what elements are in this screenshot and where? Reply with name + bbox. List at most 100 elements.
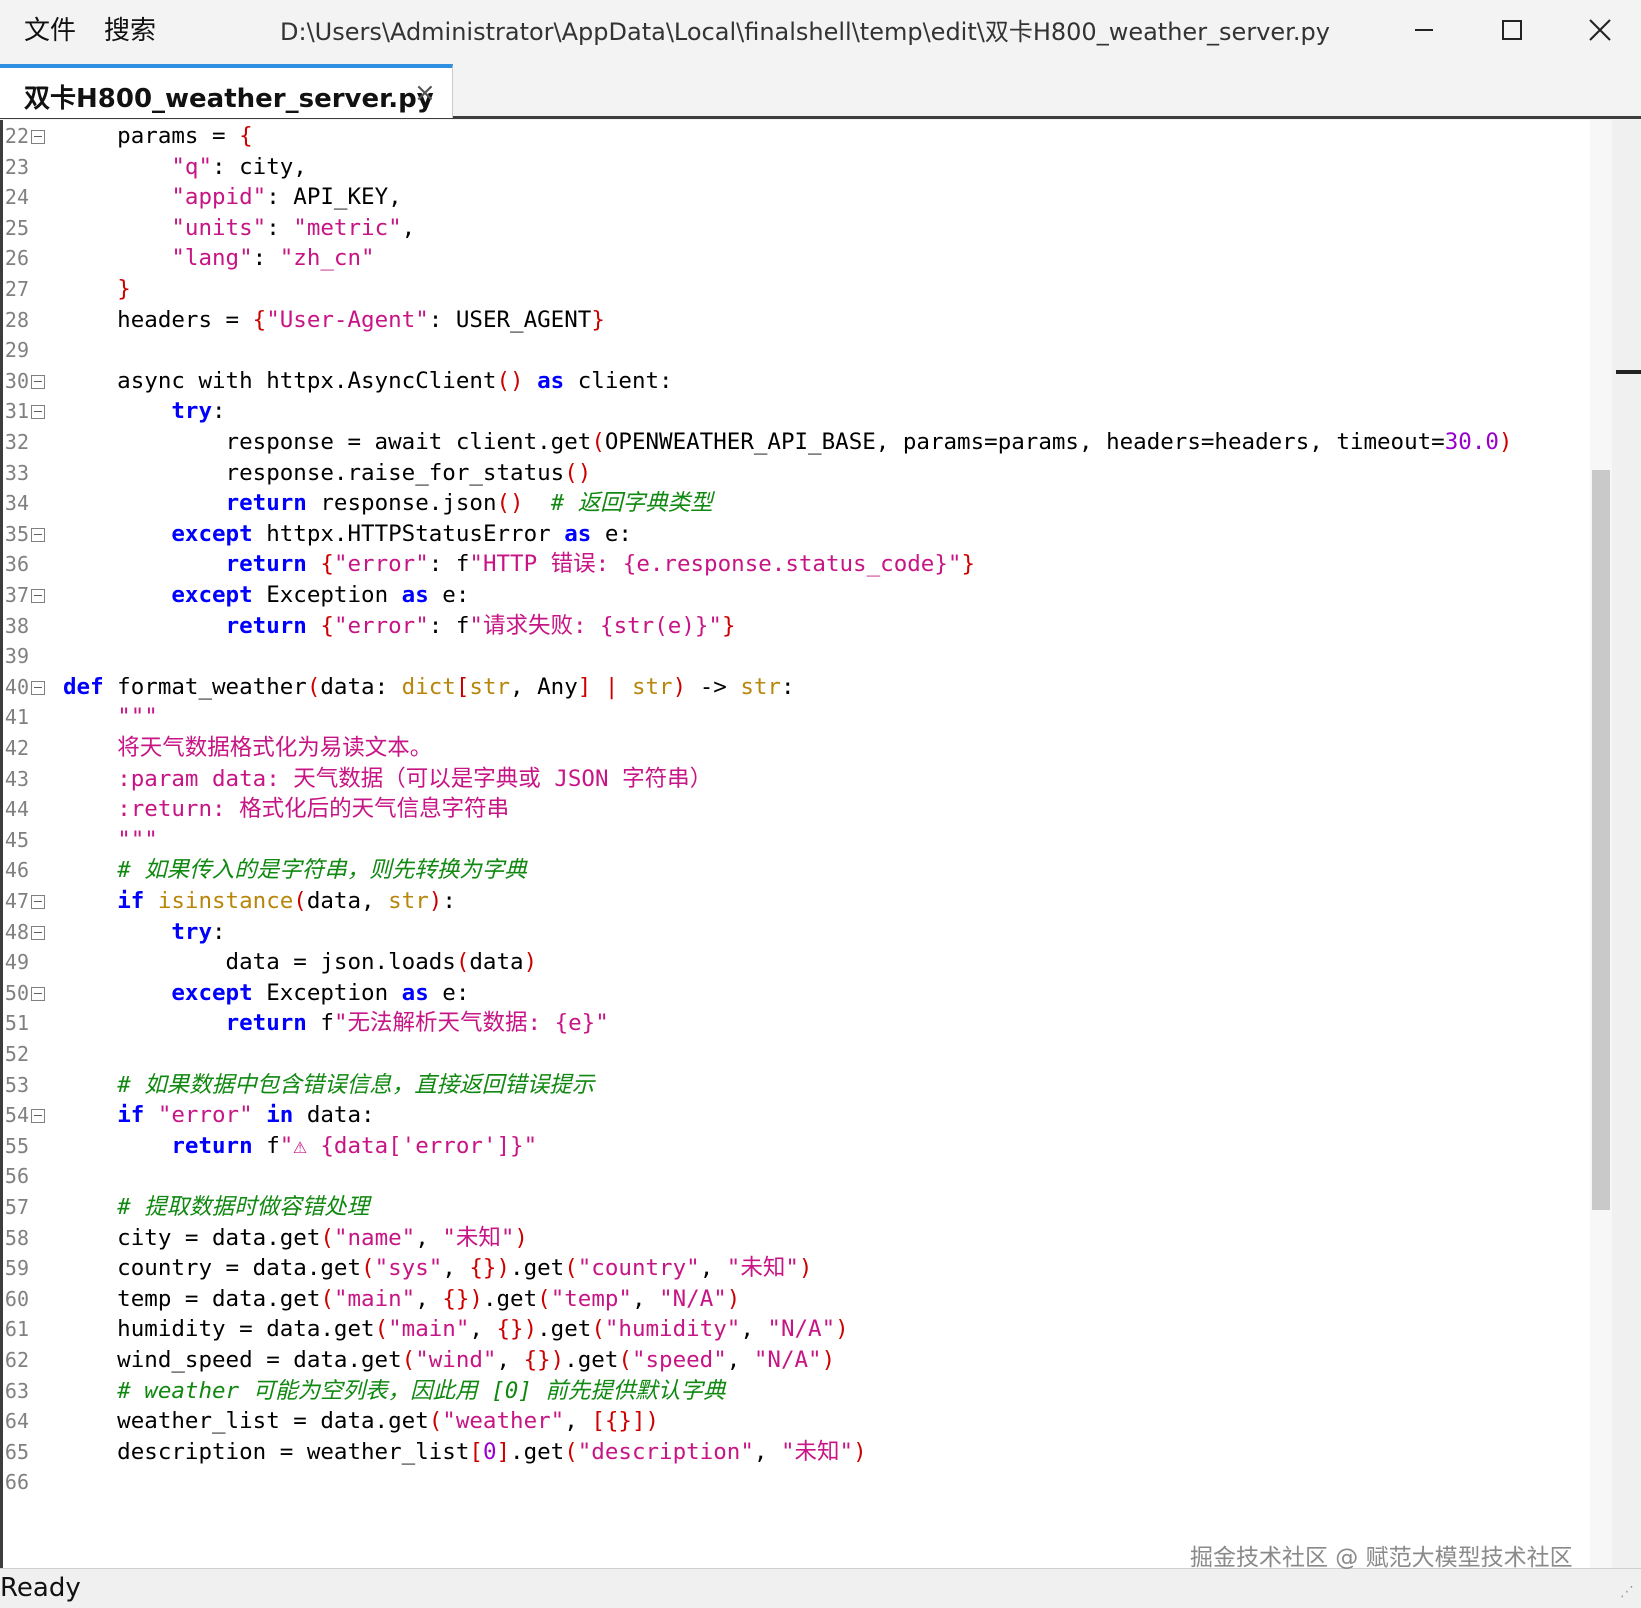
code-token: , bbox=[469, 1316, 497, 1343]
code-token: "temp" bbox=[550, 1285, 632, 1312]
code-text: humidity = data.get("main", {}).get("hum… bbox=[63, 1313, 849, 1345]
line-number: 29 bbox=[4, 338, 29, 363]
fold-toggle-icon[interactable] bbox=[31, 925, 45, 940]
fold-toggle-icon[interactable] bbox=[31, 680, 45, 695]
code-line: 26 "lang": "zh_cn" bbox=[3, 242, 1603, 274]
line-number: 26 bbox=[4, 246, 29, 271]
code-text: except httpx.HTTPStatusError as e: bbox=[63, 518, 632, 550]
code-line: 56 bbox=[3, 1160, 1603, 1192]
line-number: 48 bbox=[4, 919, 29, 944]
code-token: : API_KEY, bbox=[266, 184, 402, 211]
code-token: description = weather_list bbox=[63, 1438, 470, 1465]
code-token: # 如果数据中包含错误信息，直接返回错误提示 bbox=[117, 1071, 595, 1098]
code-token: # 提取数据时做容错处理 bbox=[117, 1194, 370, 1220]
code-token: try bbox=[171, 918, 213, 945]
code-text: # 提取数据时做容错处理 bbox=[63, 1191, 369, 1223]
line-number: 30 bbox=[4, 368, 29, 393]
code-token: except bbox=[171, 520, 253, 547]
code-text: :param data: 天气数据（可以是字典或 JSON 字符串） bbox=[63, 763, 712, 795]
fold-toggle-icon[interactable] bbox=[31, 130, 45, 144]
code-line: 41 """ bbox=[3, 701, 1603, 733]
code-token: "N/A" bbox=[659, 1285, 727, 1312]
close-window-button[interactable] bbox=[1556, 0, 1641, 60]
file-tab[interactable]: 双卡H800_weather_server.py × bbox=[0, 64, 453, 118]
code-token: str bbox=[469, 673, 511, 700]
code-line: 32 response = await client.get(OPENWEATH… bbox=[3, 426, 1603, 458]
code-token: [{}]) bbox=[591, 1408, 660, 1435]
code-token: ( bbox=[591, 1316, 605, 1343]
title-bar: 文件 搜索 D:\Users\Administrator\AppData\Loc… bbox=[0, 0, 1641, 60]
code-token: "error" bbox=[157, 1102, 253, 1129]
fold-toggle-icon[interactable] bbox=[31, 895, 45, 909]
code-token: {}) bbox=[523, 1347, 565, 1373]
code-line: 31 try: bbox=[3, 395, 1603, 427]
code-line: 58 city = data.get("name", "未知") bbox=[3, 1222, 1603, 1254]
tab-close-icon[interactable]: × bbox=[414, 78, 436, 108]
code-text: params = { bbox=[63, 120, 252, 152]
code-token: "speed" bbox=[631, 1347, 727, 1373]
code-line: 38 return {"error": f"请求失败: {str(e)}"} bbox=[3, 610, 1603, 642]
code-text: """ bbox=[63, 701, 158, 733]
code-line: 42 将天气数据格式化为易读文本。 bbox=[3, 732, 1603, 764]
line-number: 32 bbox=[4, 430, 29, 454]
code-token: str bbox=[631, 673, 673, 700]
code-line: 65 description = weather_list[0].get("de… bbox=[3, 1436, 1603, 1468]
code-line: 48 try: bbox=[3, 916, 1603, 948]
code-token: as bbox=[564, 520, 592, 547]
code-token: data: bbox=[320, 673, 402, 700]
maximize-button[interactable] bbox=[1468, 0, 1556, 60]
code-line: 57 # 提取数据时做容错处理 bbox=[3, 1191, 1603, 1223]
code-line: 44 :return: 格式化后的天气信息字符串 bbox=[3, 793, 1603, 825]
code-token: .get bbox=[510, 1255, 565, 1282]
code-token: "未知" bbox=[780, 1438, 854, 1465]
fold-toggle-icon[interactable] bbox=[31, 527, 45, 542]
code-line: 51 return f"无法解析天气数据: {e}" bbox=[3, 1007, 1603, 1039]
code-line: 46 # 如果传入的是字符串，则先转换为字典 bbox=[3, 854, 1603, 886]
code-editor[interactable]: 22 params = {23 "q": city, 24 "appid": AP… bbox=[0, 120, 1612, 1568]
fold-toggle-icon[interactable] bbox=[31, 589, 45, 603]
code-token: 0 bbox=[482, 1438, 497, 1465]
menu-file[interactable]: 文件 bbox=[24, 10, 76, 47]
code-token: str bbox=[740, 673, 781, 700]
line-number: 58 bbox=[4, 1225, 29, 1250]
code-token: Exception bbox=[252, 979, 402, 1006]
code-token: ) bbox=[523, 949, 538, 976]
code-text: description = weather_list[0].get("descr… bbox=[63, 1436, 866, 1468]
code-token: ) bbox=[835, 1316, 849, 1343]
code-line: 37 except Exception as e: bbox=[3, 579, 1603, 611]
code-token: "metric" bbox=[293, 214, 402, 241]
line-number: 51 bbox=[4, 1011, 29, 1036]
code-token: : bbox=[252, 245, 280, 272]
code-token: params = bbox=[63, 123, 240, 149]
menu-search[interactable]: 搜索 bbox=[104, 10, 156, 47]
scrollbar-thumb[interactable] bbox=[1592, 470, 1610, 1210]
code-text: data = json.loads(data) bbox=[63, 946, 538, 978]
code-token: country = data.get bbox=[63, 1255, 362, 1282]
code-text: # 如果数据中包含错误信息，直接返回错误提示 bbox=[63, 1069, 594, 1101]
minimize-button[interactable] bbox=[1380, 0, 1468, 60]
resize-grip-icon[interactable]: ⋰ bbox=[1620, 1584, 1638, 1602]
fold-toggle-icon[interactable] bbox=[31, 405, 45, 420]
code-token: } bbox=[591, 306, 605, 333]
line-number: 35 bbox=[4, 521, 29, 546]
code-text: """ bbox=[63, 824, 158, 856]
code-line: 34 return response.json() # 返回字典类型 bbox=[3, 487, 1603, 519]
line-number: 52 bbox=[4, 1042, 29, 1066]
code-text: except Exception as e: bbox=[63, 579, 469, 611]
code-token: ( bbox=[618, 1347, 632, 1373]
code-token: } bbox=[961, 551, 975, 578]
code-line: 24 "appid": API_KEY, bbox=[3, 181, 1603, 213]
fold-toggle-icon[interactable] bbox=[31, 986, 45, 1001]
fold-toggle-icon[interactable] bbox=[31, 1109, 45, 1124]
fold-toggle-icon[interactable] bbox=[31, 374, 45, 389]
code-line: 47 if isinstance(data, str): bbox=[3, 885, 1603, 917]
code-text: try: bbox=[63, 916, 225, 948]
